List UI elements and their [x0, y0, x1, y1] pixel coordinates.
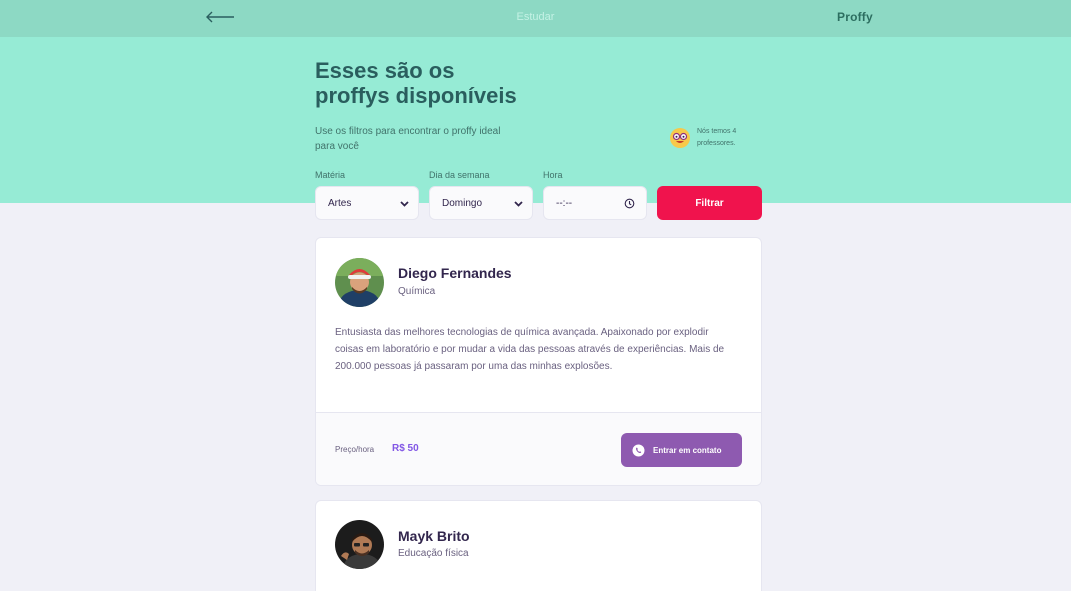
chevron-down-icon: [400, 201, 409, 207]
contact-button-label: Entrar em contato: [653, 445, 722, 455]
subject-select[interactable]: Artes: [315, 186, 419, 220]
teacher-subject: Educação física: [398, 548, 469, 559]
page-subtitle: Use os filtros para encontrar o proffy i…: [315, 126, 501, 152]
clock-icon[interactable]: [624, 198, 635, 209]
top-bar: Estudar Proffy: [0, 0, 1071, 37]
price-value: R$ 50: [392, 443, 419, 454]
weekday-select-value: Domingo: [442, 197, 483, 209]
chevron-down-icon: [514, 201, 523, 207]
time-label: Hora: [543, 170, 563, 180]
card-footer: Preço/hora R$ 50 Entrar em contato: [316, 412, 761, 485]
time-input-value: --:--: [556, 197, 573, 209]
page-title-line-2: proffys disponíveis: [315, 83, 517, 108]
smiling-nerd-icon: [670, 128, 690, 148]
subject-label: Matéria: [315, 170, 346, 180]
whatsapp-icon: [632, 444, 645, 456]
teacher-card: Diego Fernandes Química Entusiasta das m…: [315, 237, 762, 486]
filter-button[interactable]: Filtrar: [657, 186, 762, 220]
teachers-count: Nós temos 4 professores.: [670, 126, 752, 150]
teacher-subject: Química: [398, 286, 436, 297]
teacher-name: Diego Fernandes: [398, 265, 512, 281]
subject-select-value: Artes: [328, 197, 352, 209]
time-input[interactable]: --:--: [543, 186, 647, 220]
weekday-label: Dia da semana: [429, 170, 490, 180]
avatar: [335, 520, 384, 569]
proffy-logo: Proffy: [837, 10, 873, 24]
teachers-count-text: Nós temos 4 professores.: [697, 128, 737, 147]
contact-button[interactable]: Entrar em contato: [621, 433, 742, 467]
teacher-name: Mayk Brito: [398, 528, 470, 544]
page-heading: Estudar: [516, 11, 555, 23]
avatar: [335, 258, 384, 307]
teacher-card: Mayk Brito Educação física: [315, 500, 762, 591]
weekday-select[interactable]: Domingo: [429, 186, 533, 220]
teacher-bio: Entusiasta das melhores tecnologias de q…: [335, 327, 725, 372]
price-label: Preço/hora: [335, 445, 375, 454]
page-title: Esses são os proffys disponíveis: [315, 58, 635, 108]
page-title-line-1: Esses são os: [315, 58, 455, 83]
